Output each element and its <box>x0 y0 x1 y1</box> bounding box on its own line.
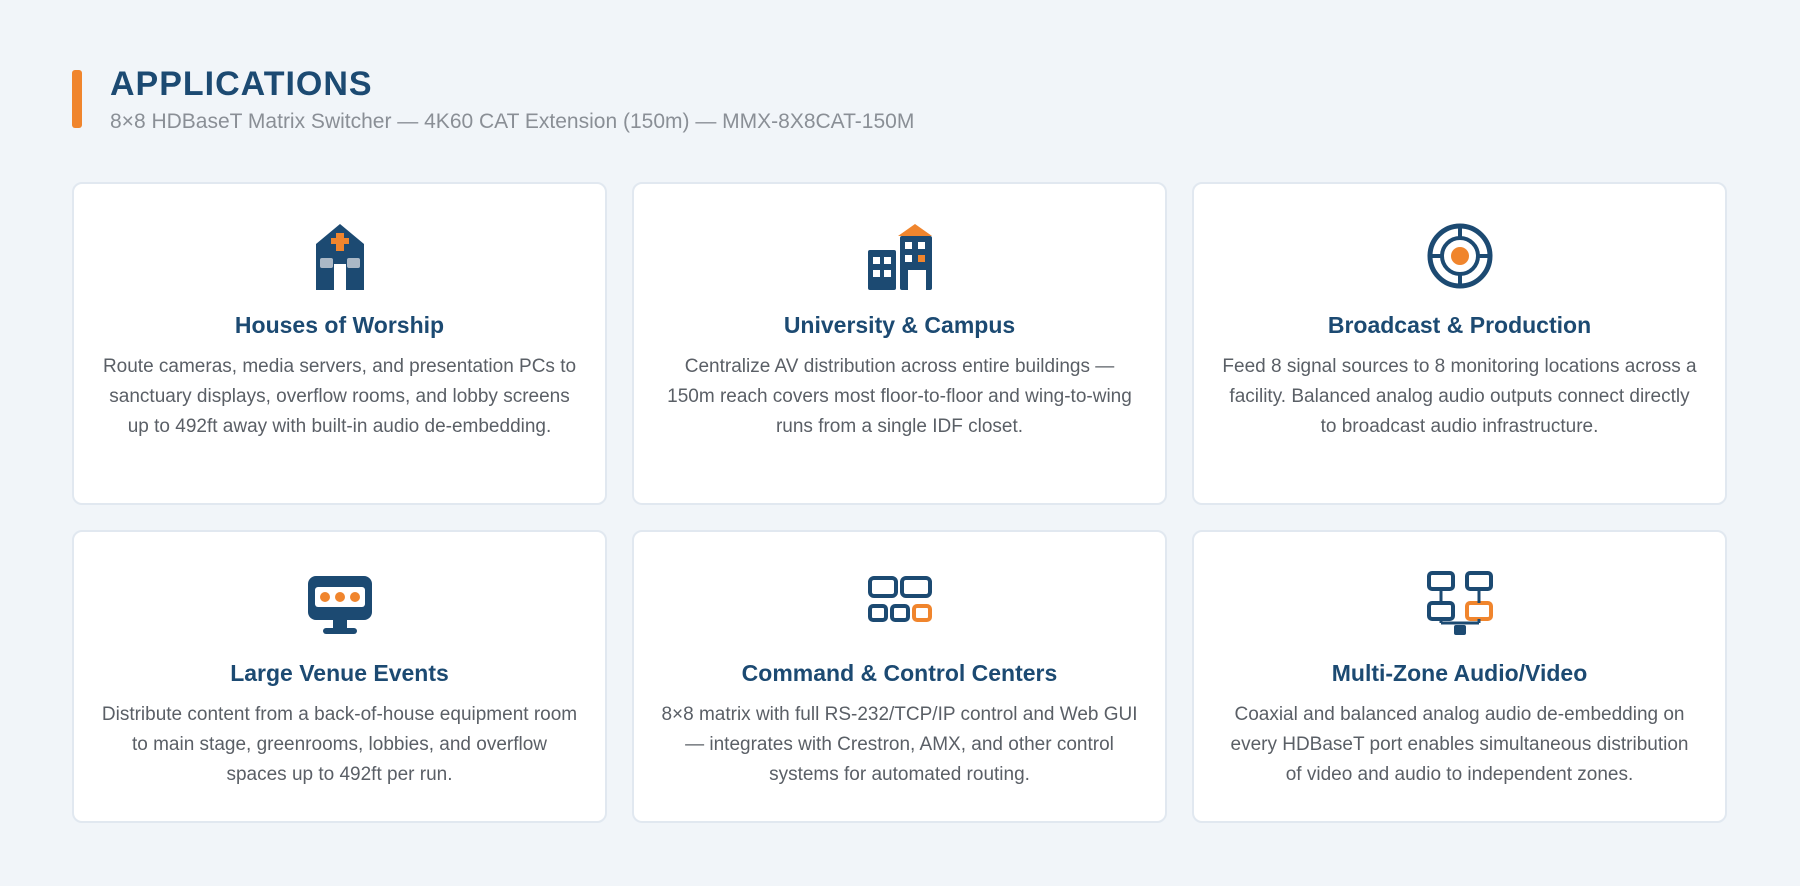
card-large-venue-events: Large Venue Events Distribute content fr… <box>72 530 607 823</box>
card-title: Command & Control Centers <box>741 660 1058 686</box>
card-description: Centralize AV distribution across entire… <box>667 356 1132 437</box>
applications-page: APPLICATIONS 8×8 HDBaseT Matrix Switcher… <box>0 0 1800 886</box>
card-command-control-centers: Command & Control Centers 8×8 matrix wit… <box>632 530 1167 823</box>
card-description: Coaxial and balanced analog audio de-emb… <box>1230 704 1689 785</box>
card-title: Multi-Zone Audio/Video <box>1331 660 1588 686</box>
card-houses-of-worship: Houses of Worship Route cameras, media s… <box>72 182 607 505</box>
card-title: Broadcast & Production <box>1327 312 1592 338</box>
header-text: APPLICATIONS 8×8 HDBaseT Matrix Switcher… <box>110 62 914 136</box>
campus-buildings-icon <box>867 224 932 290</box>
target-icon <box>1427 223 1492 289</box>
monitor-icon <box>307 576 372 634</box>
card-title: Large Venue Events <box>230 660 449 686</box>
card-title: Houses of Worship <box>234 312 445 338</box>
control-grid-icon <box>867 576 932 622</box>
page-subtitle: 8×8 HDBaseT Matrix Switcher — 4K60 CAT E… <box>110 110 915 133</box>
card-description: Distribute content from a back-of-house … <box>101 704 578 785</box>
card-university-campus: University & Campus Centralize AV distri… <box>632 182 1167 505</box>
card-description: Route cameras, media servers, and presen… <box>102 356 577 437</box>
card-broadcast-production: Broadcast & Production Feed 8 signal sou… <box>1192 182 1727 505</box>
church-icon <box>315 224 364 290</box>
card-title: University & Campus <box>783 312 1016 338</box>
page-title: APPLICATIONS <box>110 65 373 103</box>
card-description: Feed 8 signal sources to 8 monitoring lo… <box>1222 356 1697 437</box>
network-zones-icon <box>1426 571 1493 635</box>
applications-grid: Houses of Worship Route cameras, media s… <box>72 182 1728 823</box>
card-description: 8×8 matrix with full RS-232/TCP/IP contr… <box>661 704 1138 785</box>
card-multi-zone-audio-video: Multi-Zone Audio/Video Coaxial and balan… <box>1192 530 1727 823</box>
header-accent-bar <box>72 70 82 128</box>
section-header: APPLICATIONS 8×8 HDBaseT Matrix Switcher… <box>72 62 1728 133</box>
